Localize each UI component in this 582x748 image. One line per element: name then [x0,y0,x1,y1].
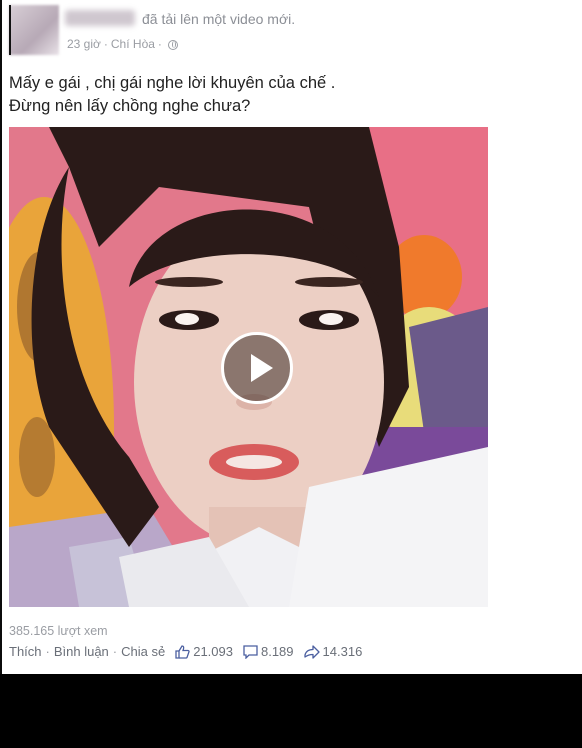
share-count: 14.316 [322,644,363,659]
post-time[interactable]: 23 giờ [67,37,101,51]
post-location[interactable]: Chí Hòa [111,37,155,51]
like-count: 21.093 [193,644,233,659]
post-card: đã tải lên một video mới. 23 giờ · Chí Hòa… [0,0,582,674]
post-meta: 23 giờ · Chí Hòa · [67,37,178,51]
share-stat[interactable]: 14.316 [303,644,363,659]
separator: · [112,644,118,659]
view-count: 385.165 lượt xem [9,624,108,638]
comment-link[interactable]: Bình luận [54,644,109,659]
avatar-border [9,5,59,55]
post-text-line: Đừng nên lấy chồng nghe chưa? [9,97,251,115]
like-link[interactable]: Thích [9,644,42,659]
like-stat[interactable]: 21.093 [175,644,233,659]
post-header: đã tải lên một video mới. 23 giờ · Chí Hòa… [9,5,569,55]
post-text: Mấy e gái , chị gái nghe lời khuyên của … [9,72,335,118]
comment-stat[interactable]: 8.189 [243,644,294,659]
share-arrow-icon [303,644,320,659]
speech-bubble-icon [243,644,258,659]
thumbs-up-icon [175,644,190,659]
video-player[interactable] [9,127,488,607]
globe-icon[interactable] [167,40,178,50]
share-link[interactable]: Chia sẻ [121,644,165,659]
letterbox-bar [0,674,582,748]
play-button[interactable] [221,332,293,404]
action-bar: Thích · Bình luận · Chia sẻ 21.093 8.189… [9,644,362,659]
post-action-text: đã tải lên một video mới. [142,11,296,27]
frame-edge [0,0,2,674]
author-name-redacted[interactable] [65,10,135,26]
separator: · [45,644,50,659]
comment-count: 8.189 [260,644,294,659]
post-text-line: Mấy e gái , chị gái nghe lời khuyên của … [9,74,336,92]
